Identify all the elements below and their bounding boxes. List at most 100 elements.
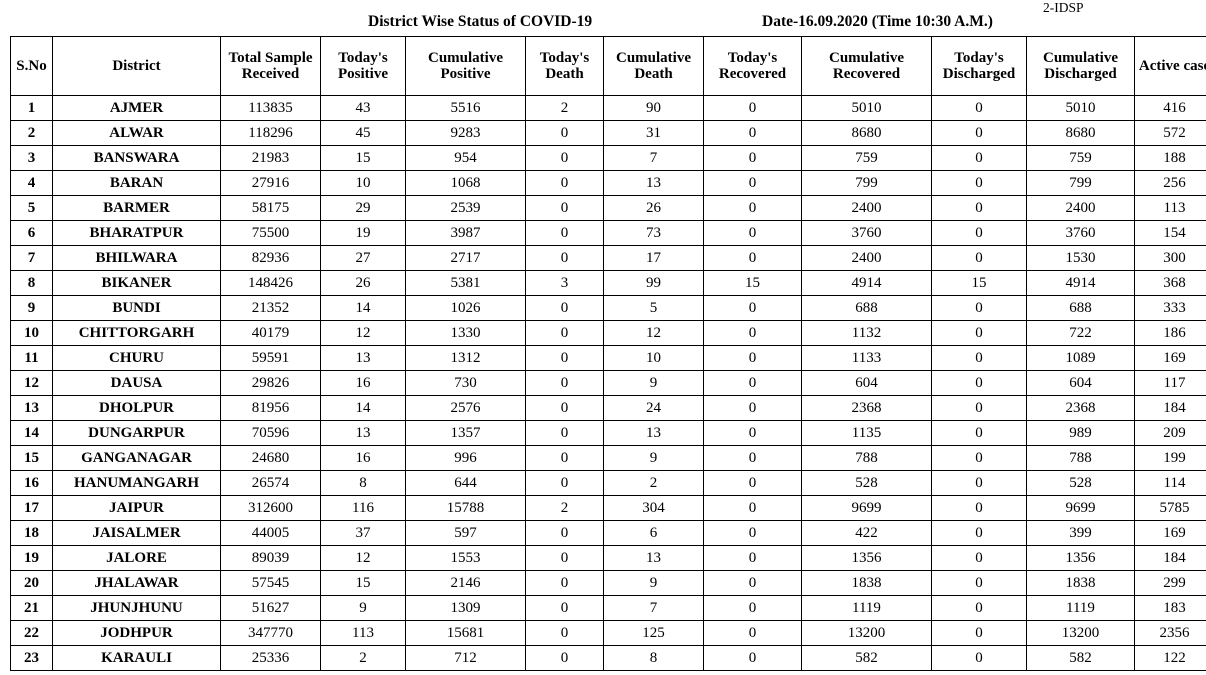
cell-todays-death: 0: [525, 170, 604, 196]
column-header-district-line1: District: [112, 57, 161, 74]
cell-cumulative-death: 13: [603, 420, 704, 446]
cell-todays-discharged: 0: [931, 520, 1027, 546]
cell-todays-recovered: 0: [703, 470, 802, 496]
cell-sno: 7: [10, 245, 53, 271]
column-header-todays-discharged-line1: Today's: [954, 49, 1004, 66]
cell-total-sample-received: 21983: [220, 145, 321, 171]
cell-active-case: 186: [1134, 320, 1206, 346]
cell-todays-positive: 37: [320, 520, 406, 546]
column-header-todays-recovered-line2: Recovered: [718, 66, 787, 82]
cell-todays-recovered: 0: [703, 545, 802, 571]
cell-cumulative-discharged: 989: [1026, 420, 1135, 446]
cell-cumulative-recovered: 788: [801, 445, 932, 471]
cell-todays-positive: 16: [320, 445, 406, 471]
column-header-active-case: Active case: [1134, 36, 1206, 96]
table-row: 20JHALAWAR5754515214609018380183829931: [10, 570, 1206, 596]
cell-cumulative-death: 24: [603, 395, 704, 421]
column-header-todays-discharged-line2: Discharged: [942, 66, 1016, 82]
cell-todays-discharged: 0: [931, 320, 1027, 346]
cell-todays-recovered: 0: [703, 395, 802, 421]
cell-cumulative-positive: 3987: [405, 220, 526, 246]
table-row: 9BUNDI21352141026050688068833325: [10, 295, 1206, 321]
table-row: 5BARMER581752925390260240002400113367: [10, 195, 1206, 221]
cell-todays-discharged: 15: [931, 270, 1027, 296]
table-row: 8BIKANER14842626538139915491415491436850: [10, 270, 1206, 296]
cell-cumulative-positive: 1026: [405, 295, 526, 321]
cell-district: GANGANAGAR: [52, 445, 221, 471]
table-row: 19JALORE890391215530130135601356184721: [10, 545, 1206, 571]
cell-todays-discharged: 0: [931, 420, 1027, 446]
column-header-todays-positive: Today's Positive: [320, 36, 406, 96]
cell-district: DHOLPUR: [52, 395, 221, 421]
cell-cumulative-death: 90: [603, 95, 704, 121]
cell-cumulative-death: 304: [603, 495, 704, 521]
cell-district: DUNGARPUR: [52, 420, 221, 446]
cell-active-case: 209: [1134, 420, 1206, 446]
cell-cumulative-recovered: 422: [801, 520, 932, 546]
cell-total-sample-received: 21352: [220, 295, 321, 321]
cell-todays-discharged: 0: [931, 395, 1027, 421]
cell-cumulative-discharged: 528: [1026, 470, 1135, 496]
cell-cumulative-discharged: 604: [1026, 370, 1135, 396]
cell-todays-positive: 8: [320, 470, 406, 496]
cell-todays-recovered: 0: [703, 620, 802, 646]
cell-cumulative-positive: 1357: [405, 420, 526, 446]
cell-total-sample-received: 57545: [220, 570, 321, 596]
cell-todays-discharged: 0: [931, 595, 1027, 621]
table-row: 17 JAIPUR 312600 116 15788 2 304 0 9699 0 9699 5785…: [10, 495, 1206, 521]
cell-cumulative-death: 125: [603, 620, 704, 646]
column-header-cumulative-discharged-line2: Discharged: [1044, 66, 1117, 82]
cell-todays-discharged: 0: [931, 145, 1027, 171]
column-header-cumulative-discharged-line1: Cumulative: [1043, 49, 1118, 66]
cell-todays-death: 0: [525, 595, 604, 621]
column-header-cumulative-death: Cumulative Death: [603, 36, 704, 96]
cell-cumulative-recovered: 4914: [801, 270, 932, 296]
cell-cumulative-positive: 2576: [405, 395, 526, 421]
cell-cumulative-recovered: 688: [801, 295, 932, 321]
table-row: 23KARAULI253362712080582058212259: [10, 645, 1206, 671]
cell-district: JHALAWAR: [52, 570, 221, 596]
cell-district: BHILWARA: [52, 245, 221, 271]
cell-todays-recovered: 0: [703, 95, 802, 121]
column-header-todays-recovered-line1: Today's: [727, 49, 778, 66]
column-header-todays-positive-line2: Positive: [338, 66, 388, 82]
cell-todays-recovered: 0: [703, 145, 802, 171]
cell-total-sample-received: 113835: [220, 95, 321, 121]
column-header-cumulative-death-line2: Death: [634, 66, 673, 82]
cell-active-case: 368: [1134, 270, 1206, 296]
cell-active-case: 122: [1134, 645, 1206, 671]
cell-cumulative-positive: 15788: [405, 495, 526, 521]
table-row: 21JHUNJHUNU5162791309070111901119183517: [10, 595, 1206, 621]
table-row: 22 JODHPUR 347770 113 15681 0 125 0 13200 0 13200 2…: [10, 620, 1206, 646]
cell-todays-positive: 12: [320, 545, 406, 571]
cell-cumulative-positive: 2146: [405, 570, 526, 596]
cell-todays-death: 0: [525, 220, 604, 246]
column-header-todays-death: Today's Death: [525, 36, 604, 96]
cell-sno: 18: [10, 520, 53, 546]
cell-sno: 8: [10, 270, 53, 296]
cell-active-case: 114: [1134, 470, 1206, 496]
page-title: District Wise Status of COVID-19: [368, 13, 593, 30]
cell-active-case: 333: [1134, 295, 1206, 321]
column-header-total-sample-line2: Received: [241, 66, 300, 82]
cell-total-sample-received: 312600: [220, 495, 321, 521]
cell-todays-death: 0: [525, 345, 604, 371]
cell-cumulative-positive: 954: [405, 145, 526, 171]
cell-cumulative-recovered: 9699: [801, 495, 932, 521]
cell-todays-recovered: 0: [703, 220, 802, 246]
cell-cumulative-discharged: 1356: [1026, 545, 1135, 571]
cell-active-case: 184: [1134, 395, 1206, 421]
cell-todays-discharged: 0: [931, 170, 1027, 196]
cell-district: JHUNJHUNU: [52, 595, 221, 621]
table-row: 11CHURU595911313120100113301089169609: [10, 345, 1206, 371]
cell-todays-death: 0: [525, 545, 604, 571]
cell-todays-positive: 116: [320, 495, 406, 521]
cell-sno: 10: [10, 320, 53, 346]
cell-cumulative-positive: 712: [405, 645, 526, 671]
cell-sno: 4: [10, 170, 53, 196]
column-header-sno: S.No: [10, 36, 53, 96]
column-header-cumulative-positive-line2: Positive: [440, 66, 491, 82]
cell-cumulative-recovered: 2400: [801, 245, 932, 271]
cell-todays-positive: 26: [320, 270, 406, 296]
cell-sno: 17: [10, 495, 53, 521]
